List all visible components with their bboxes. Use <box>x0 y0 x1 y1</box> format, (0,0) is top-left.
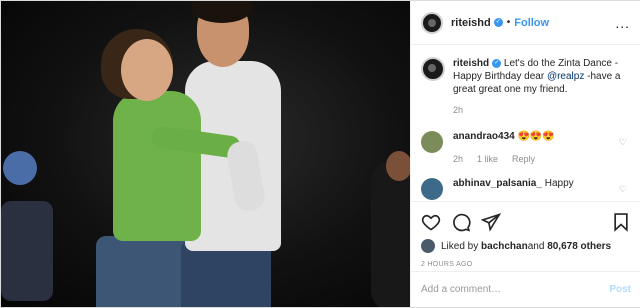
caption-mention-link[interactable]: @realpz <box>547 71 584 82</box>
comment-text: Happy <box>544 178 574 189</box>
caption: riteishd ✓ Let's do the Zinta Dance - Hap… <box>421 57 631 117</box>
instagram-post: riteishd ✓ • Follow ... riteishd ✓ Let's … <box>0 0 640 308</box>
likes-others-link[interactable]: 80,678 others <box>547 241 611 252</box>
comment-reply-button[interactable]: Reply <box>512 154 535 164</box>
liker-avatar[interactable] <box>421 239 435 253</box>
post-timestamp: 2 HOURS AGO <box>421 261 473 268</box>
bookmark-icon[interactable] <box>611 212 631 232</box>
heart-icon[interactable] <box>421 212 441 232</box>
comment-time: 2h <box>453 154 464 164</box>
more-options-icon[interactable]: ... <box>615 15 630 31</box>
comment-text: 😍😍😍 <box>517 131 555 142</box>
woman-face <box>121 39 173 101</box>
likes-middle: and <box>527 240 545 252</box>
comment-username[interactable]: abhinav_palsania_ <box>453 178 542 189</box>
comment-meta: 2h 1 like Reply <box>453 154 555 164</box>
post-actions: Liked by bachchan and 80,678 others 2 HO… <box>411 201 640 268</box>
background-dancer-left <box>1 201 53 301</box>
comment-item: anandrao434 😍😍😍 2h 1 like Reply ♡ <box>421 131 631 164</box>
caption-text: riteishd ✓ Let's do the Zinta Dance - Hap… <box>453 57 631 117</box>
comment-body: anandrao434 😍😍😍 2h 1 like Reply <box>453 131 555 164</box>
share-icon[interactable] <box>481 212 501 232</box>
follow-button[interactable]: Follow <box>514 17 549 29</box>
add-comment-input[interactable] <box>421 284 610 295</box>
author-username[interactable]: riteishd <box>451 17 491 29</box>
comment-likes[interactable]: 1 like <box>477 154 498 164</box>
author-avatar[interactable] <box>421 11 443 34</box>
post-comment-button[interactable]: Post <box>609 284 631 295</box>
woman-green-top <box>113 91 201 241</box>
post-side-panel: riteishd ✓ • Follow ... riteishd ✓ Let's … <box>410 1 640 307</box>
comment-item: abhinav_palsania_ Happy ♡ <box>421 178 631 200</box>
background-dancer-right-head <box>386 151 410 181</box>
comment-like-heart-icon[interactable]: ♡ <box>619 184 627 195</box>
likes-prefix: Liked by <box>441 240 479 252</box>
post-header: riteishd ✓ • Follow ... <box>411 1 640 45</box>
likes-summary: Liked by bachchan and 80,678 others <box>421 239 631 253</box>
comment-body: abhinav_palsania_ Happy <box>453 178 574 200</box>
verified-badge-icon: ✓ <box>493 18 503 27</box>
caption-verified-badge-icon: ✓ <box>492 58 502 68</box>
post-photo[interactable] <box>1 1 410 307</box>
add-comment-bar: Post <box>411 271 640 307</box>
comment-like-heart-icon[interactable]: ♡ <box>619 137 627 148</box>
caption-time: 2h <box>453 105 464 115</box>
comment-username[interactable]: anandrao434 <box>453 131 515 142</box>
background-dancer-right <box>371 161 410 307</box>
comment-icon[interactable] <box>451 212 471 232</box>
caption-username[interactable]: riteishd <box>453 58 489 69</box>
action-icons <box>421 208 631 236</box>
background-dancer-left-head <box>3 151 37 185</box>
likes-user-link[interactable]: bachchan <box>481 241 528 252</box>
commenter-avatar[interactable] <box>421 131 443 153</box>
comments-list[interactable]: riteishd ✓ Let's do the Zinta Dance - Hap… <box>411 45 640 201</box>
header-separator: • <box>506 17 511 28</box>
commenter-avatar[interactable] <box>421 178 443 200</box>
caption-avatar[interactable] <box>421 57 445 81</box>
